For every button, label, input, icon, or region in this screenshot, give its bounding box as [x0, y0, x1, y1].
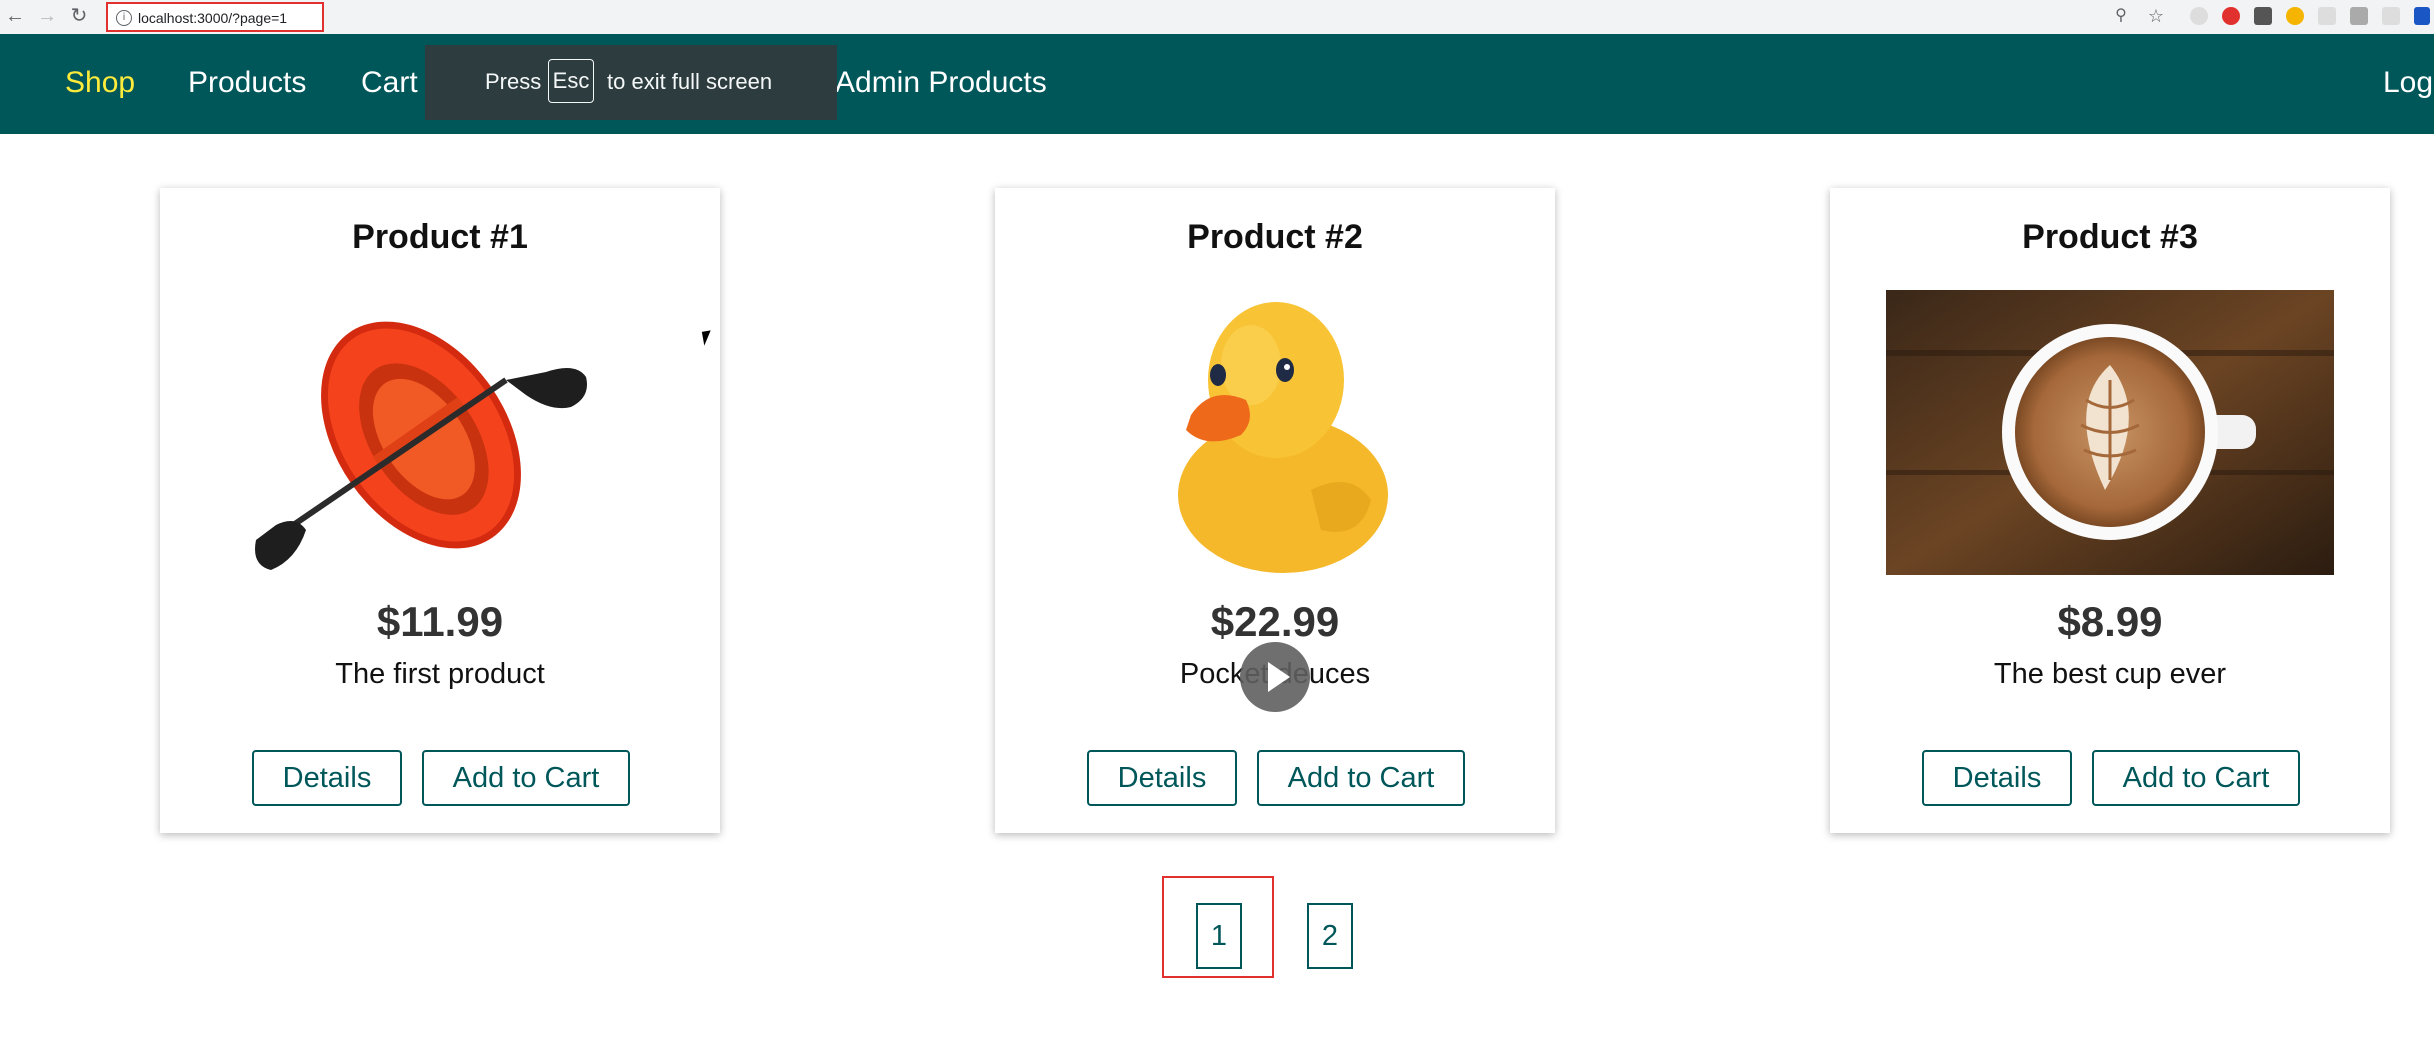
- add-to-cart-button[interactable]: Add to Cart: [2092, 750, 2300, 806]
- main-nav: Shop Products Cart Admin Products Logo: [0, 34, 2434, 134]
- nav-shop[interactable]: Shop: [65, 66, 135, 100]
- details-button[interactable]: Details: [1922, 750, 2072, 806]
- add-to-cart-button[interactable]: Add to Cart: [1257, 750, 1465, 806]
- extension-icon[interactable]: [2350, 7, 2368, 25]
- play-icon[interactable]: [1240, 642, 1310, 712]
- page-link-1[interactable]: 1: [1196, 903, 1242, 969]
- product-card: Product #1 $11.99 The first product Deta…: [160, 188, 720, 833]
- url-text: localhost:3000/?page=1: [138, 10, 288, 26]
- product-price: $22.99: [1210, 598, 1340, 645]
- fullscreen-toast: Press Esc to exit full screen: [425, 45, 837, 120]
- extension-icon[interactable]: [2222, 7, 2240, 25]
- product-price: $11.99: [376, 598, 504, 645]
- toast-prefix: Press: [485, 69, 542, 94]
- product-card: Product #2 $22.99 Pocket deuces Details …: [995, 188, 1555, 833]
- nav-products[interactable]: Products: [188, 66, 306, 100]
- extension-icon[interactable]: [2254, 7, 2272, 25]
- bookmark-star-icon[interactable]: ☆: [2145, 5, 2167, 27]
- nav-cart[interactable]: Cart: [361, 66, 418, 100]
- extension-icon[interactable]: [2286, 7, 2304, 25]
- product-title: Product #3: [2022, 218, 2198, 256]
- address-bar[interactable]: i localhost:3000/?page=1: [106, 2, 324, 32]
- product-title: Product #2: [1187, 218, 1363, 256]
- inflatable-boat-image: [255, 321, 587, 570]
- rubber-duck-image: [1178, 302, 1388, 573]
- extension-icon[interactable]: [2318, 7, 2336, 25]
- page-link-2[interactable]: 2: [1307, 903, 1353, 969]
- product-card: Product #3 $8.99 The best cup ever Detai…: [1830, 188, 2390, 833]
- extension-icon[interactable]: [2382, 7, 2400, 25]
- nav-admin-products[interactable]: Admin Products: [835, 66, 1047, 100]
- info-icon[interactable]: i: [116, 10, 132, 26]
- reload-icon[interactable]: ↻: [68, 5, 90, 27]
- details-button[interactable]: Details: [252, 750, 402, 806]
- back-icon[interactable]: ←: [4, 5, 26, 27]
- details-button[interactable]: Details: [1087, 750, 1237, 806]
- product-description: The best cup ever: [1993, 658, 2227, 690]
- forward-icon[interactable]: →: [36, 5, 58, 27]
- zoom-icon[interactable]: ⚲: [2110, 5, 2132, 27]
- browser-toolbar: ← → ↻ i localhost:3000/?page=1 ⚲ ☆: [0, 0, 2434, 35]
- add-to-cart-button[interactable]: Add to Cart: [422, 750, 630, 806]
- product-description: The first product: [335, 658, 545, 690]
- nav-logout[interactable]: Logo: [2383, 66, 2434, 100]
- product-price: $8.99: [2057, 598, 2163, 645]
- esc-key-label: Esc: [548, 59, 594, 103]
- toast-suffix: to exit full screen: [607, 69, 773, 94]
- coffee-cup-image: [1886, 290, 2334, 575]
- extension-icon[interactable]: [2414, 7, 2430, 25]
- product-title: Product #1: [352, 218, 528, 256]
- extension-icon[interactable]: [2190, 7, 2208, 25]
